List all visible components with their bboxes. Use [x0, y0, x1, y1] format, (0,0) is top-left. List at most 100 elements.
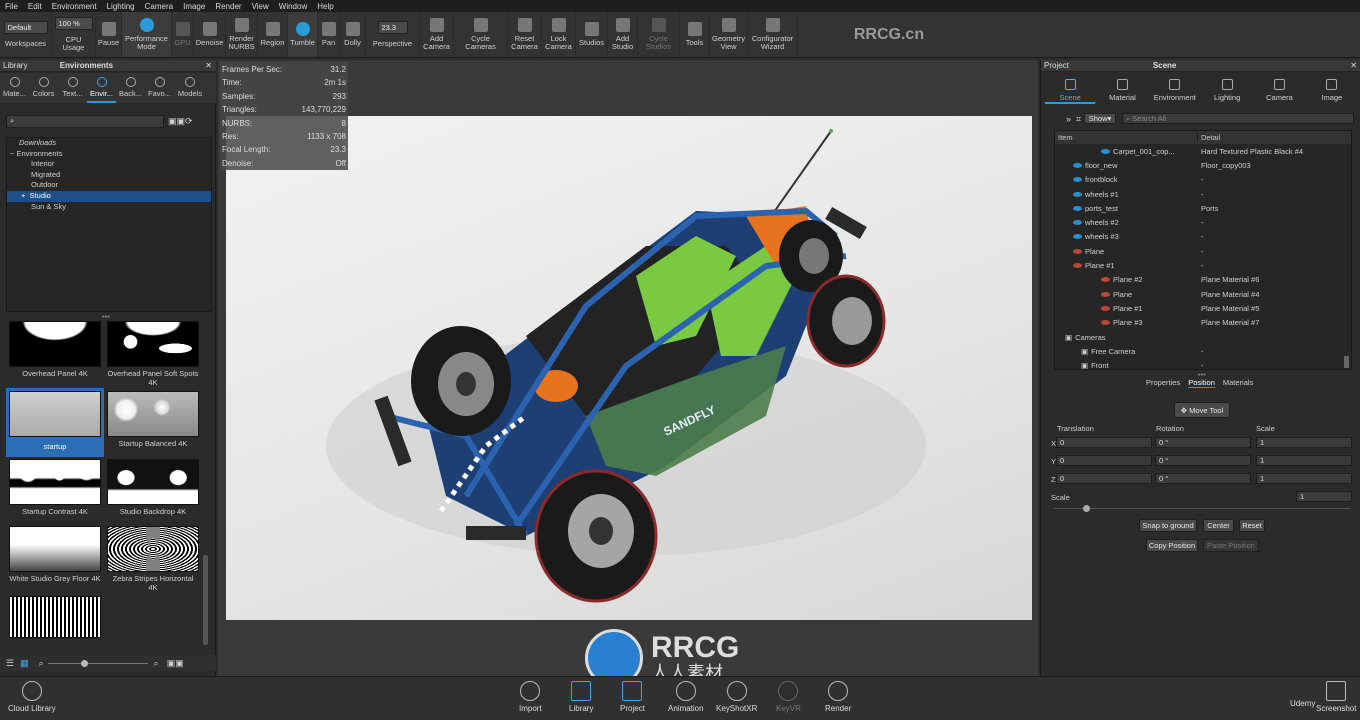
scene-row[interactable]: Plane Plane Material #4 [1055, 287, 1351, 301]
keyvr-button[interactable]: KeyVR [776, 681, 801, 713]
zoom-out-icon[interactable]: ⌕ [39, 658, 44, 669]
visibility-eye-icon[interactable] [1101, 320, 1110, 326]
double-arrow-icon[interactable]: » [1066, 114, 1071, 124]
scene-row[interactable]: wheels #3 - [1055, 230, 1351, 244]
tree-item-studio[interactable]: + Studio [7, 190, 211, 202]
menu-camera[interactable]: Camera [140, 2, 178, 11]
gpu-button[interactable]: GPU [172, 12, 194, 57]
rotation-z-input[interactable]: 0 ° [1155, 473, 1251, 484]
cycle-studios-button[interactable]: Cycle Studios [638, 12, 680, 57]
performance-mode-button[interactable]: Performance Mode [122, 12, 172, 57]
animation-button[interactable]: Animation [668, 681, 704, 713]
tumble-button[interactable]: Tumble [288, 12, 318, 57]
thumb-startup-balanced[interactable]: Startup Balanced 4K [107, 391, 199, 448]
scene-scrollbar[interactable] [1344, 356, 1349, 368]
folder-add-icon[interactable]: ▣▣⟳ [168, 116, 193, 127]
scene-row[interactable]: wheels #1 - [1055, 187, 1351, 201]
tab-colors[interactable]: Colors [29, 73, 58, 103]
thumb-startup[interactable]: startup [6, 388, 104, 457]
visibility-eye-icon[interactable] [1073, 263, 1082, 269]
tab-image[interactable]: Image [1307, 76, 1357, 104]
thumb-startup-contrast[interactable]: Startup Contrast 4K [9, 459, 101, 516]
geometry-view-button[interactable]: Geometry View [710, 12, 748, 57]
tab-materials[interactable]: Mate... [0, 73, 29, 103]
render-nurbs-button[interactable]: Render NURBS [226, 12, 258, 57]
library-search-input[interactable]: ⌕ [6, 115, 164, 128]
scene-row[interactable]: ▣ Free Camera - [1055, 344, 1351, 358]
move-tool-button[interactable]: ✥ Move Tool [1174, 402, 1230, 418]
thumb-overhead-panel-soft[interactable]: Overhead Panel Soft Spots 4K [107, 321, 199, 387]
thumb-zebra-stripes-horizontal[interactable]: Zebra Stripes Horizontal 4K [107, 526, 199, 592]
thumb-studio-backdrop[interactable]: Studio Backdrop 4K [107, 459, 199, 516]
cloud-library-button[interactable]: Cloud Library [8, 681, 56, 713]
add-camera-button[interactable]: Add Camera [420, 12, 454, 57]
menu-render[interactable]: Render [210, 2, 246, 11]
scene-row[interactable]: Plane #1 Plane Material #5 [1055, 301, 1351, 315]
copy-position-button[interactable]: Copy Position [1146, 539, 1198, 552]
translation-x-input[interactable]: 0 [1056, 437, 1152, 448]
visibility-eye-icon[interactable] [1073, 248, 1082, 254]
menu-environment[interactable]: Environment [47, 2, 102, 11]
zoom-in-icon[interactable]: ⌕ [154, 658, 159, 669]
list-view-icon[interactable]: ☰ [6, 658, 14, 669]
scene-row[interactable]: floor_new Floor_copy003 [1055, 158, 1351, 172]
tab-models[interactable]: Models [174, 73, 206, 103]
screenshot-button[interactable]: Screenshot [1316, 681, 1356, 713]
slider-handle[interactable] [1083, 505, 1090, 512]
visibility-eye-icon[interactable] [1101, 305, 1110, 311]
scene-row[interactable]: wheels #2 - [1055, 215, 1351, 229]
configurator-wizard-button[interactable]: Configurator Wizard [748, 12, 798, 57]
visibility-eye-icon[interactable] [1101, 277, 1110, 283]
scene-row[interactable]: Plane #2 Plane Material #6 [1055, 273, 1351, 287]
tree-item-interior[interactable]: Interior [7, 159, 211, 170]
visibility-eye-icon[interactable] [1073, 220, 1082, 226]
folder-icon[interactable]: ▣▣ [167, 658, 184, 669]
tab-lighting[interactable]: Lighting [1202, 76, 1252, 104]
close-icon[interactable]: ✕ [1350, 61, 1360, 70]
perspective-label[interactable]: Perspective [373, 40, 412, 48]
scale-z-input[interactable]: 1 [1256, 473, 1352, 484]
slider-handle[interactable] [80, 659, 88, 667]
tab-scene[interactable]: Scene [1045, 76, 1096, 104]
translation-y-input[interactable]: 0 [1056, 455, 1152, 466]
tab-properties[interactable]: Properties [1146, 378, 1180, 388]
uniform-scale-slider[interactable] [1054, 508, 1350, 509]
studios-button[interactable]: Studios [576, 12, 608, 57]
column-item[interactable]: Item [1055, 133, 1198, 142]
render-button[interactable]: Render [825, 681, 851, 713]
import-button[interactable]: Import [519, 681, 542, 713]
paste-position-button[interactable]: Paste Position [1203, 539, 1259, 552]
visibility-eye-icon[interactable] [1073, 205, 1082, 211]
pause-button[interactable]: Pause [96, 12, 122, 57]
menu-view[interactable]: View [247, 2, 274, 11]
translation-z-input[interactable]: 0 [1056, 473, 1152, 484]
tools-button[interactable]: Tools [680, 12, 710, 57]
rotation-y-input[interactable]: 0 ° [1155, 455, 1251, 466]
denoise-button[interactable]: Denoise [194, 12, 226, 57]
thumb-overhead-panel[interactable]: Overhead Panel 4K [9, 321, 101, 378]
project-button[interactable]: Project [620, 681, 645, 713]
visibility-eye-icon[interactable] [1073, 234, 1082, 240]
cycle-cameras-button[interactable]: Cycle Cameras [454, 12, 508, 57]
grid-view-icon[interactable]: ▦ [20, 658, 29, 669]
tab-environment[interactable]: Environment [1150, 76, 1200, 104]
tab-materials[interactable]: Materials [1223, 378, 1253, 388]
thumb-white-studio-grey-floor[interactable]: White Studio Grey Floor 4K [9, 526, 101, 583]
rotation-x-input[interactable]: 0 ° [1155, 437, 1251, 448]
menu-file[interactable]: File [0, 2, 23, 11]
scale-x-input[interactable]: 1 [1256, 437, 1352, 448]
scale-y-input[interactable]: 1 [1256, 455, 1352, 466]
snap-to-ground-button[interactable]: Snap to ground [1139, 519, 1197, 532]
scene-row[interactable]: ports_test Ports [1055, 201, 1351, 215]
lock-camera-button[interactable]: Lock Camera [542, 12, 576, 57]
scene-row[interactable]: Plane #3 Plane Material #7 [1055, 316, 1351, 330]
tree-item-outdoor[interactable]: Outdoor [7, 180, 211, 191]
tab-material[interactable]: Material [1097, 76, 1147, 104]
scene-search-input[interactable]: ⌕ Search All [1122, 113, 1354, 124]
column-detail[interactable]: Detail [1198, 133, 1220, 142]
tab-backplates[interactable]: Back... [116, 73, 145, 103]
add-studio-button[interactable]: Add Studio [608, 12, 638, 57]
visibility-eye-icon[interactable] [1101, 148, 1110, 154]
menu-help[interactable]: Help [312, 2, 338, 11]
scene-row[interactable]: frontblock - [1055, 173, 1351, 187]
